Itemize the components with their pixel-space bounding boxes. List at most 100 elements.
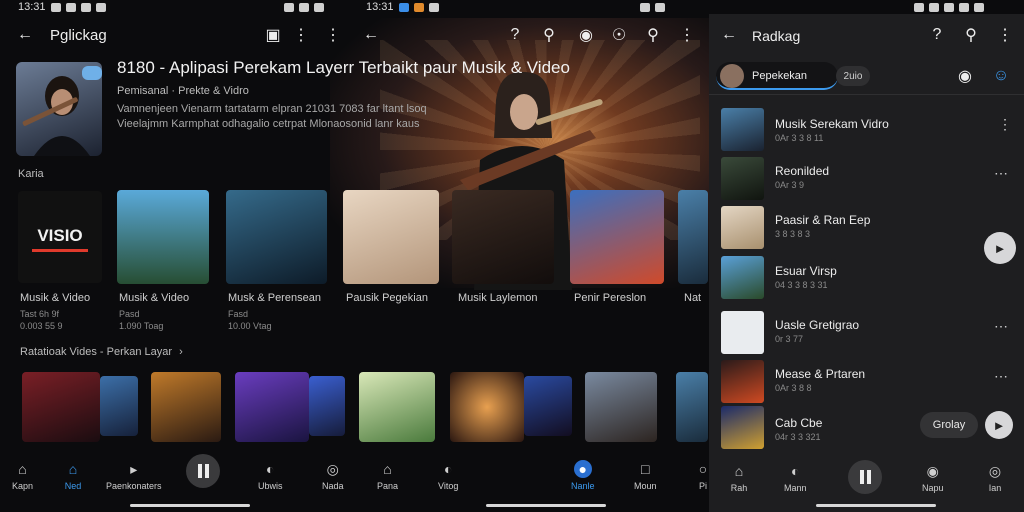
notification-bell-icon[interactable]: ☉ (608, 24, 630, 46)
video-thumb[interactable] (309, 376, 345, 436)
video-thumb[interactable] (235, 372, 309, 442)
video-thumb[interactable] (22, 372, 100, 442)
nav-item[interactable]: ▸ Paenkonaters (106, 460, 162, 492)
pause-button[interactable] (186, 454, 220, 488)
video-thumb[interactable] (678, 190, 708, 284)
list-item-meta: 04 3 3 8 3 31 (775, 280, 828, 290)
play-pill-button[interactable]: Grolay (920, 412, 978, 438)
nav-item[interactable]: ● Nanle (571, 460, 595, 491)
more-horiz-icon[interactable]: ⋯ (994, 165, 1008, 182)
nav-label: Vitog (438, 481, 459, 491)
nav-item[interactable]: ◎ Nada (322, 460, 344, 492)
list-item-thumb[interactable] (721, 360, 764, 403)
nav-item[interactable]: ◎ Ian (986, 462, 1004, 494)
list-item-title[interactable]: Mease & Prtaren (775, 367, 865, 381)
status-icons-mid (640, 0, 665, 14)
nav-item[interactable]: □ Moun (634, 460, 657, 491)
home-icon: ⌂ (734, 463, 744, 479)
list-item-title[interactable]: Cab Cbe (775, 416, 822, 430)
nav-label: Pi (698, 481, 707, 491)
list-item-title[interactable]: Paasir & Ran Eep (775, 213, 870, 227)
list-item-title[interactable]: Reonilded (775, 164, 829, 178)
section-label-2[interactable]: Ratatioak Vides - Perkan Layar › (20, 346, 183, 358)
list-item-title[interactable]: Uasle Gretigrao (775, 318, 859, 332)
video-thumb[interactable] (524, 376, 572, 436)
video-thumb[interactable] (226, 190, 327, 284)
list-item-thumb[interactable] (721, 206, 764, 249)
video-thumb[interactable] (343, 190, 439, 284)
list-item-thumb[interactable] (721, 256, 764, 299)
video-thumb[interactable] (151, 372, 221, 442)
list-item-meta: 0r 3 77 (775, 334, 804, 344)
nav-item[interactable]: ⌂ Ned (64, 460, 82, 491)
search-icon[interactable]: ⚲ (960, 24, 982, 46)
nav-item[interactable]: ◐ Mann (784, 462, 807, 493)
home-icon: ⌂ (383, 461, 392, 477)
account-icon[interactable]: ☺ (990, 65, 1012, 87)
list-item-thumb[interactable] (721, 406, 764, 449)
help-icon[interactable]: ? (926, 24, 948, 46)
cast-icon[interactable]: ▣ (262, 24, 284, 46)
nav-item[interactable]: ◐ Vitog (438, 460, 458, 491)
video-thumb[interactable] (570, 190, 664, 284)
list-item-title[interactable]: Esuar Virsp (775, 264, 837, 278)
list-item-thumb[interactable] (721, 157, 764, 200)
more-vert-icon[interactable]: ⋮ (994, 24, 1016, 46)
search-icon[interactable]: ⚲ (538, 24, 560, 46)
chat-bubble-button[interactable]: ► (985, 411, 1013, 439)
zoom-search-icon[interactable]: ⚲ (642, 24, 664, 46)
inbox-icon: □ (641, 461, 650, 477)
more-horiz-icon[interactable]: ⋯ (994, 368, 1008, 385)
list-item-meta: 0Ar 3 9 (775, 180, 805, 190)
chip[interactable]: 2uio (836, 66, 870, 86)
nav-item[interactable]: ◉ Napu (922, 462, 944, 494)
nav-item[interactable]: ◐ Ubwis (258, 460, 283, 491)
help-icon[interactable]: ? (504, 24, 526, 46)
vibrate-icon (929, 2, 939, 12)
nav-label: Ned (64, 481, 82, 491)
back-arrow-icon[interactable]: ← (360, 24, 382, 46)
alarm-icon (914, 2, 924, 12)
alarm-icon (640, 2, 650, 12)
back-arrow-icon[interactable]: ← (14, 24, 36, 46)
more-vert-icon[interactable]: ⋮ (998, 116, 1012, 133)
play-circle-button[interactable]: ► (984, 232, 1016, 264)
more-horiz-icon[interactable]: ⋯ (994, 318, 1008, 335)
pause-button[interactable] (848, 460, 882, 494)
battery-icon (655, 2, 665, 12)
channel-title: 8180 - Aplipasi Perekam Layerr Terbaikt … (117, 58, 570, 77)
back-arrow-icon[interactable]: ← (718, 24, 740, 46)
more-vert-icon[interactable]: ⋮ (322, 24, 344, 46)
video-thumb[interactable] (676, 372, 708, 442)
nav-label: Ubwis (258, 481, 283, 491)
tile-title: Nat (684, 292, 702, 304)
pill-label: Grolay (932, 419, 966, 431)
video-thumb[interactable] (100, 376, 138, 436)
nav-label: Nada (322, 481, 344, 491)
nav-label: Moun (634, 481, 657, 491)
video-thumb[interactable] (585, 372, 657, 442)
list-item-meta: 3 8 3 8 3 (775, 229, 811, 239)
video-thumb[interactable] (359, 372, 435, 442)
nav-item[interactable]: ⌂ Rah (730, 462, 748, 493)
more-vert-icon[interactable]: ⋮ (290, 24, 312, 46)
video-thumb[interactable] (117, 190, 209, 284)
video-thumb[interactable] (450, 372, 524, 442)
avatar (720, 64, 744, 88)
video-thumb[interactable] (452, 190, 554, 284)
chat-icon[interactable]: ◉ (954, 65, 976, 87)
wifi-icon (944, 2, 954, 12)
nav-item[interactable]: ⌂ Pana (377, 460, 398, 491)
video-thumb[interactable]: VISIO (18, 191, 102, 283)
list-item-thumb[interactable] (721, 108, 764, 151)
list-item-thumb[interactable] (721, 311, 764, 354)
gesture-bar (130, 504, 250, 507)
list-item-title[interactable]: Musik Serekam Vidro (775, 117, 889, 131)
library-icon: ◎ (326, 460, 339, 477)
nav-item[interactable]: ⌂ Kapn (12, 460, 33, 491)
nav-label: Napu (922, 483, 944, 493)
status-time: 13:31 (18, 1, 46, 13)
channel-subtitle: Pemisanal · Prekte & Vidro (117, 85, 249, 97)
more-vert-icon[interactable]: ⋮ (676, 24, 698, 46)
chat-icon[interactable]: ◉ (575, 24, 597, 46)
